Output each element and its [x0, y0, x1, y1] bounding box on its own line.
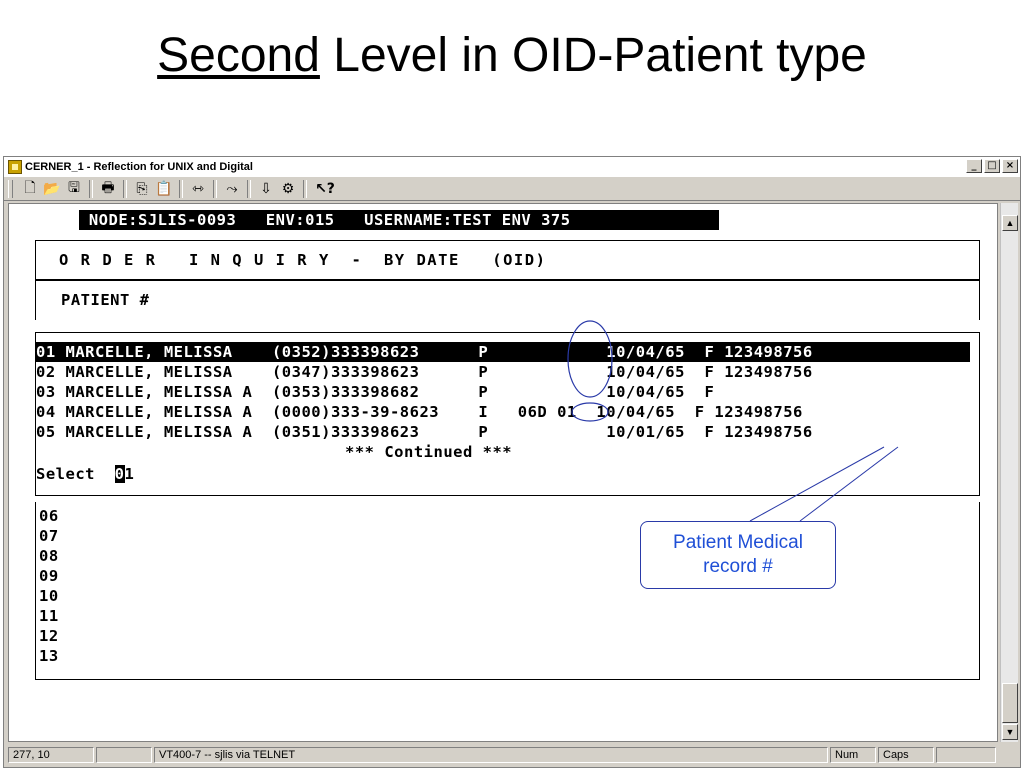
empty-row[interactable]: 11: [39, 606, 59, 626]
toolbar-grip[interactable]: [8, 179, 13, 198]
minimize-button[interactable]: _: [966, 159, 982, 173]
table-row[interactable]: 01 MARCELLE, MELISSA (0352)333398623 P 1…: [36, 342, 970, 362]
copy-icon[interactable]: ⎘: [131, 179, 153, 199]
select-label: Select: [36, 465, 105, 483]
inquiry-heading: O R D E R I N Q U I R Y - BY DATE (OID): [59, 251, 547, 269]
empty-row[interactable]: 06: [39, 506, 59, 526]
select-value[interactable]: 1: [125, 465, 135, 483]
toolbar-separator: [123, 179, 127, 198]
help-icon[interactable]: ↖?: [311, 179, 339, 199]
node-info-bar: NODE:SJLIS-0093 ENV:015 USERNAME:TEST EN…: [79, 210, 719, 230]
window-titlebar[interactable]: CERNER_1 - Reflection for UNIX and Digit…: [4, 157, 1020, 177]
toolbar-separator: [213, 179, 217, 198]
empty-row[interactable]: 10: [39, 586, 59, 606]
window-controls: _ □ ×: [966, 159, 1018, 173]
terminal-screen[interactable]: NODE:SJLIS-0093 ENV:015 USERNAME:TEST EN…: [8, 203, 998, 742]
disconnect-icon[interactable]: ⤳: [221, 179, 243, 199]
empty-row[interactable]: 07: [39, 526, 59, 546]
callout-line-1: Patient Medical: [673, 532, 803, 553]
terminal-window: CERNER_1 - Reflection for UNIX and Digit…: [3, 156, 1021, 768]
table-row[interactable]: 04 MARCELLE, MELISSA A (0000)333-39-8623…: [36, 402, 803, 422]
window-title: CERNER_1 - Reflection for UNIX and Digit…: [25, 161, 253, 173]
table-row[interactable]: 05 MARCELLE, MELISSA A (0351)333398623 P…: [36, 422, 813, 442]
medical-record-callout: Patient Medical record #: [640, 521, 836, 589]
status-blank: [96, 747, 152, 763]
text-cursor: 0: [114, 465, 125, 483]
settings-icon[interactable]: ⚙: [277, 179, 299, 199]
status-bar: 277, 10 VT400-7 -- sjlis via TELNET Num …: [4, 745, 1020, 765]
maximize-button[interactable]: □: [984, 159, 1000, 173]
close-button[interactable]: ×: [1002, 159, 1018, 173]
scroll-down-icon[interactable]: ▼: [1002, 724, 1018, 740]
slide-title-underlined: Second: [157, 29, 320, 82]
connection-status: VT400-7 -- sjlis via TELNET: [154, 747, 828, 763]
patient-label: PATIENT #: [61, 291, 150, 309]
cursor-position: 277, 10: [8, 747, 94, 763]
slide-title-rest: Level in OID-Patient type: [319, 29, 867, 82]
empty-row[interactable]: 12: [39, 626, 59, 646]
caps-lock-indicator: Caps: [878, 747, 934, 763]
status-blank: [936, 747, 996, 763]
vertical-scrollbar[interactable]: ▲ ▼: [1000, 203, 1018, 742]
scroll-thumb[interactable]: [1002, 683, 1018, 723]
toolbar-separator: [303, 179, 307, 198]
empty-row[interactable]: 13: [39, 646, 59, 666]
continued-indicator: *** Continued ***: [345, 443, 513, 461]
lower-box: [35, 502, 980, 680]
toolbar-separator: [179, 179, 183, 198]
app-icon: [8, 160, 22, 174]
new-icon[interactable]: 🗋: [19, 179, 41, 199]
transfer-icon[interactable]: ⇩: [255, 179, 277, 199]
table-row[interactable]: 03 MARCELLE, MELISSA A (0353)333398682 P…: [36, 382, 714, 402]
select-prompt[interactable]: Select 01: [36, 464, 134, 484]
paste-icon[interactable]: 📋: [153, 179, 175, 199]
empty-row[interactable]: 09: [39, 566, 59, 586]
callout-line-2: record #: [703, 556, 773, 577]
save-icon[interactable]: 🖫: [63, 179, 85, 199]
patient-box: [35, 280, 980, 320]
empty-row[interactable]: 08: [39, 546, 59, 566]
toolbar: 🗋 📂 🖫 🖶 ⎘ 📋 ⇿ ⤳ ⇩ ⚙ ↖?: [4, 177, 1020, 201]
toolbar-separator: [247, 179, 251, 198]
slide-title: Second Level in OID-Patient type: [0, 28, 1024, 83]
toolbar-separator: [89, 179, 93, 198]
num-lock-indicator: Num: [830, 747, 876, 763]
scroll-up-icon[interactable]: ▲: [1002, 215, 1018, 231]
print-icon[interactable]: 🖶: [97, 179, 119, 199]
table-row[interactable]: 02 MARCELLE, MELISSA (0347)333398623 P 1…: [36, 362, 813, 382]
open-icon[interactable]: 📂: [41, 179, 63, 199]
connect-icon[interactable]: ⇿: [187, 179, 209, 199]
